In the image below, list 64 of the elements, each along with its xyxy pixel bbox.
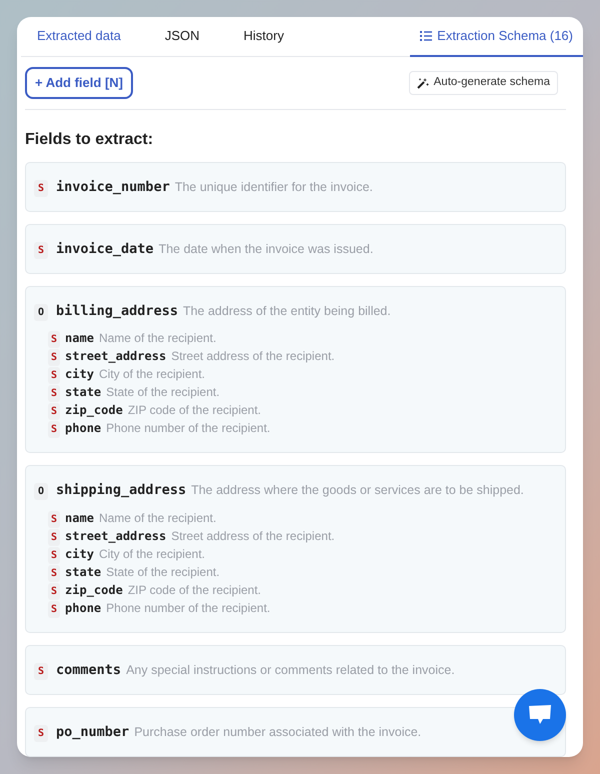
field-description: The address where the goods or services are to be shipped.	[191, 482, 524, 500]
field-description: The unique identifier for the invoice.	[174, 178, 373, 196]
field-description: State of the recipient.	[106, 564, 220, 580]
field-description: Phone number of the recipient.	[106, 420, 270, 438]
field-name: billing_address	[56, 302, 178, 321]
type-badge: S	[34, 662, 48, 680]
field-name: street_address	[65, 528, 166, 544]
type-badge: S	[34, 180, 48, 196]
tab[interactable]: History	[234, 17, 294, 56]
field-description: City of the recipient.	[98, 546, 205, 562]
field-name: po_number	[56, 722, 130, 742]
type-badge: S	[48, 510, 60, 528]
type-badge: S	[34, 242, 48, 259]
field-name: city	[65, 366, 94, 384]
magic-wand-icon	[416, 76, 429, 88]
field-description: The address of the entity being billed.	[182, 303, 391, 320]
field-description: State of the recipient.	[106, 384, 220, 402]
type-badge: S	[48, 349, 60, 366]
field-name: zip_code	[65, 582, 123, 598]
list-icon	[420, 30, 432, 41]
field-name: invoice_date	[56, 240, 154, 259]
type-badge: S	[48, 403, 60, 420]
field-name: name	[65, 330, 94, 348]
tab[interactable]: Extraction Schema (16)	[410, 17, 583, 56]
type-badge: S	[48, 582, 60, 600]
field-name: state	[65, 384, 102, 402]
field-description: ZIP code of the recipient.	[128, 582, 262, 598]
type-badge: S	[48, 600, 60, 618]
type-badge: O	[34, 304, 48, 321]
field-description: Name of the recipient.	[98, 510, 216, 526]
type-badge: S	[48, 367, 60, 384]
field-name: phone	[65, 420, 102, 438]
tab[interactable]: JSON	[154, 17, 210, 56]
field-description: City of the recipient.	[98, 366, 205, 384]
field-name: invoice_number	[56, 178, 170, 196]
field-name: zip_code	[65, 402, 123, 420]
field-description: Name of the recipient.	[98, 330, 216, 348]
field-description: The date when the invoice was issued.	[158, 240, 374, 258]
tab[interactable]: Extracted data	[27, 17, 131, 56]
field-description: Any special instructions or comments related to the invoice.	[126, 662, 455, 679]
field-description: Phone number of the recipient.	[106, 600, 270, 616]
field-description: Purchase order number associated with the invoice.	[134, 724, 422, 741]
type-badge: O	[34, 483, 48, 500]
field-name: name	[65, 510, 94, 526]
field-description: Street address of the recipient.	[171, 528, 335, 544]
field-name: comments	[56, 660, 122, 680]
field-name: street_address	[65, 348, 166, 366]
field-name: shipping_address	[56, 481, 186, 500]
type-badge: S	[34, 724, 48, 742]
field-description: ZIP code of the recipient.	[128, 402, 262, 420]
type-badge: S	[48, 331, 60, 348]
type-badge: S	[48, 528, 60, 546]
field-description: Street address of the recipient.	[171, 348, 335, 366]
auto-generate-button[interactable]: Auto-generate schema	[408, 70, 558, 94]
section-heading: Fields to extract:	[25, 130, 154, 150]
field-name: city	[65, 546, 94, 562]
field-name: state	[65, 564, 102, 580]
field-name: phone	[65, 600, 102, 616]
type-badge: S	[48, 546, 60, 564]
type-badge: S	[48, 385, 60, 402]
type-badge: S	[48, 564, 60, 582]
add-field-button[interactable]: + Add field [N]	[25, 66, 133, 98]
type-badge: S	[48, 421, 60, 438]
chat-bubble-icon	[528, 704, 552, 726]
